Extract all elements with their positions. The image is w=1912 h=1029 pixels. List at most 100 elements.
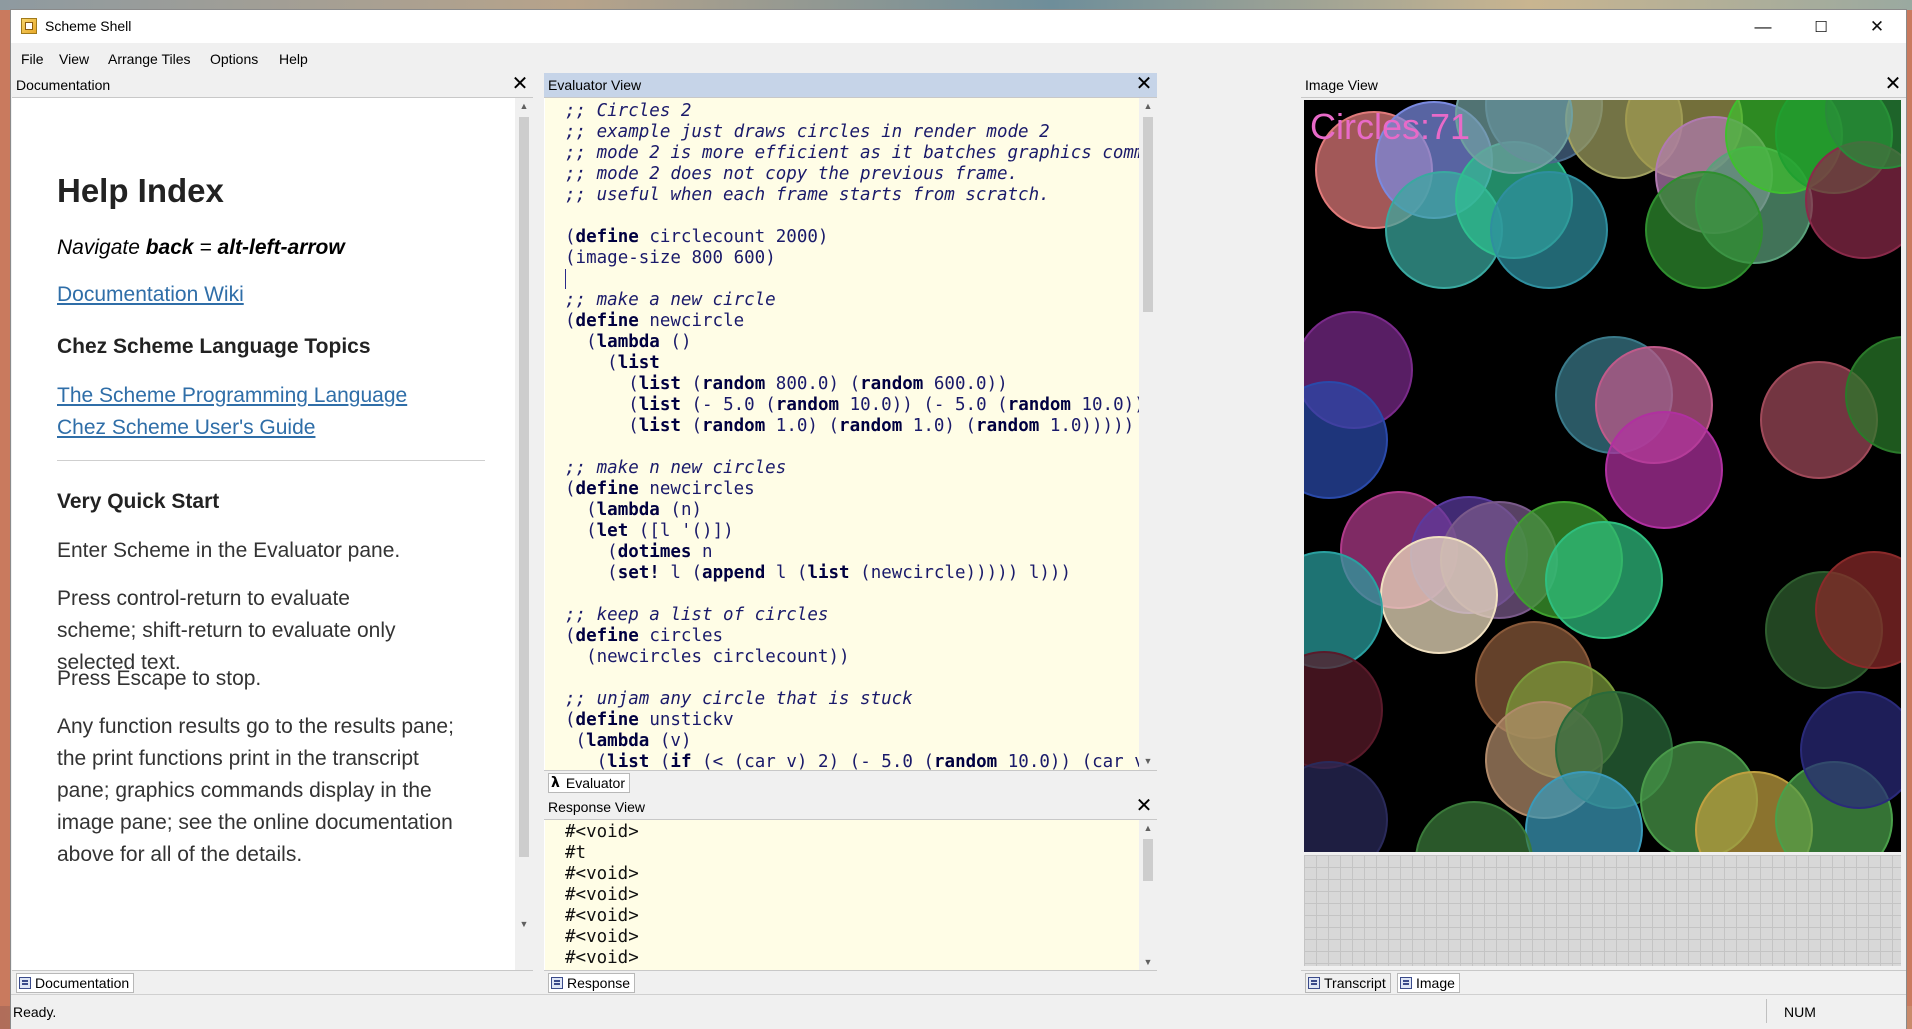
code-line: (list (random 800.0) (random 600.0)) bbox=[628, 374, 1008, 394]
drawn-circle bbox=[1645, 171, 1763, 289]
code-line: ;; mode 2 does not copy the previous fra… bbox=[565, 164, 1019, 184]
navigate-back: back bbox=[145, 236, 194, 259]
tab-transcript[interactable]: Transcript bbox=[1305, 973, 1391, 993]
quick-start-paragraph: Press Escape to stop. bbox=[57, 667, 262, 690]
scroll-down-icon[interactable]: ▼ bbox=[1139, 753, 1157, 769]
tab-evaluator[interactable]: λ Evaluator bbox=[548, 773, 631, 793]
documentation-title: Documentation bbox=[16, 77, 111, 93]
app-window: Scheme Shell — ☐ ✕ File View Arrange Til… bbox=[11, 10, 1906, 1029]
scroll-down-icon[interactable]: ▼ bbox=[1139, 954, 1157, 970]
code-line: ;; keep a list of circles bbox=[565, 605, 829, 625]
image-view-tabstrip: Transcript Image bbox=[1301, 970, 1906, 995]
quick-start-paragraph: Enter Scheme in the Evaluator pane. bbox=[57, 539, 401, 562]
evaluator-pane: Evaluator View ✕ ;; Circles 2;; example … bbox=[544, 73, 1157, 795]
image-icon bbox=[1400, 977, 1412, 989]
code-line: (define circles bbox=[565, 626, 724, 646]
response-tabstrip: Response bbox=[544, 970, 1157, 995]
status-bar: Ready. NUM bbox=[11, 994, 1906, 1029]
documentation-tabstrip: Documentation bbox=[12, 970, 533, 995]
documentation-pane: Documentation ✕ Help Index Navigate back… bbox=[12, 73, 533, 995]
users-guide-link[interactable]: Chez Scheme User's Guide bbox=[57, 416, 315, 440]
navigate-hint: Navigate back = alt-left-arrow bbox=[57, 236, 345, 260]
code-line: (list (if (< (car v) 2) (- 5.0 (random 1… bbox=[596, 752, 1139, 771]
scroll-down-icon[interactable]: ▼ bbox=[515, 916, 533, 932]
response-line: #<void> bbox=[565, 822, 639, 842]
evaluator-close-icon[interactable]: ✕ bbox=[1134, 74, 1154, 94]
response-close-icon[interactable]: ✕ bbox=[1134, 796, 1154, 816]
title-bar[interactable]: Scheme Shell — ☐ ✕ bbox=[11, 10, 1906, 43]
render-canvas[interactable]: Circles:71 bbox=[1304, 100, 1901, 852]
scroll-up-icon[interactable]: ▲ bbox=[515, 98, 533, 114]
maximize-button[interactable]: ☐ bbox=[1792, 10, 1850, 43]
tab-response-label: Response bbox=[567, 975, 631, 991]
quick-start-heading: Very Quick Start bbox=[57, 490, 220, 513]
response-line: #<void> bbox=[565, 885, 639, 905]
menu-help[interactable]: Help bbox=[279, 51, 308, 67]
response-line: #<void> bbox=[565, 927, 639, 947]
code-line: ;; make a new circle bbox=[565, 290, 776, 310]
response-scrollbar[interactable]: ▲ ▼ bbox=[1139, 820, 1157, 971]
tab-response[interactable]: Response bbox=[548, 973, 636, 993]
tspl-link[interactable]: The Scheme Programming Language bbox=[57, 384, 407, 408]
menu-bar: File View Arrange Tiles Options Help bbox=[11, 47, 1906, 71]
scroll-thumb[interactable] bbox=[1143, 839, 1153, 881]
menu-file[interactable]: File bbox=[21, 51, 44, 67]
menu-view[interactable]: View bbox=[59, 51, 89, 67]
documentation-close-icon[interactable]: ✕ bbox=[510, 74, 530, 94]
text-caret bbox=[565, 269, 566, 289]
evaluator-scrollbar[interactable]: ▲ ▼ bbox=[1139, 98, 1157, 771]
code-line: (lambda () bbox=[586, 332, 692, 352]
code-line: (let ([l '()]) bbox=[586, 521, 734, 541]
documentation-header: Documentation ✕ bbox=[12, 73, 533, 98]
status-text: Ready. bbox=[13, 1004, 57, 1020]
tab-evaluator-label: Evaluator bbox=[565, 775, 626, 791]
scroll-thumb[interactable] bbox=[519, 117, 529, 857]
response-line: #<void> bbox=[565, 948, 639, 968]
code-editor[interactable]: ;; Circles 2;; example just draws circle… bbox=[545, 98, 1139, 771]
response-output[interactable]: #<void> #t #<void> #<void> #<void> #<void> #<v… bbox=[545, 820, 1139, 971]
code-line: ;; Circles 2 bbox=[565, 101, 692, 121]
code-line: (list (- 5.0 (random 10.0)) (- 5.0 (rand… bbox=[628, 395, 1139, 415]
code-line: (set! l (append l (list (newcircle))))) … bbox=[607, 563, 1071, 583]
code-line: ;; unjam any circle that is stuck bbox=[565, 689, 913, 709]
code-line: (define newcircle bbox=[565, 311, 745, 331]
tab-image[interactable]: Image bbox=[1397, 973, 1460, 993]
drawn-circle bbox=[1304, 651, 1383, 769]
tab-documentation[interactable]: Documentation bbox=[16, 973, 135, 993]
response-line: #<void> bbox=[565, 864, 639, 884]
response-line: #t bbox=[565, 843, 587, 863]
document-icon bbox=[19, 977, 31, 989]
help-index-heading: Help Index bbox=[57, 172, 224, 209]
scroll-up-icon[interactable]: ▲ bbox=[1139, 820, 1157, 836]
image-view-close-icon[interactable]: ✕ bbox=[1883, 74, 1903, 94]
navigate-eq: = bbox=[193, 236, 218, 259]
menu-arrange-tiles[interactable]: Arrange Tiles bbox=[108, 51, 190, 67]
code-line: ;; useful when each frame starts from sc… bbox=[565, 185, 1050, 205]
quick-start-paragraph: Any function results go to the results p… bbox=[57, 715, 454, 866]
drawn-circle bbox=[1545, 521, 1663, 639]
drawn-circle bbox=[1304, 761, 1388, 852]
scroll-up-icon[interactable]: ▲ bbox=[1139, 98, 1157, 114]
code-line: (list (random 1.0) (random 1.0) (random … bbox=[628, 416, 1135, 436]
app-icon bbox=[21, 18, 37, 34]
desktop-background bbox=[0, 0, 1912, 10]
documentation-scrollbar[interactable]: ▲ ▼ bbox=[515, 98, 533, 971]
circles-drawing bbox=[1304, 100, 1901, 852]
close-button[interactable]: ✕ bbox=[1848, 10, 1906, 43]
code-line: ;; example just draws circles in render … bbox=[565, 122, 1050, 142]
window-title: Scheme Shell bbox=[45, 18, 132, 34]
minimize-button[interactable]: — bbox=[1734, 10, 1792, 43]
code-line: (image-size 800 600) bbox=[565, 248, 776, 268]
menu-options[interactable]: Options bbox=[210, 51, 258, 67]
documentation-wiki-link[interactable]: Documentation Wiki bbox=[57, 283, 244, 307]
lambda-icon: λ bbox=[551, 775, 560, 791]
image-view-pane: Image View ✕ Circles:71 Transcript Image bbox=[1301, 73, 1906, 995]
scroll-thumb[interactable] bbox=[1143, 117, 1153, 312]
code-line: (dotimes n bbox=[607, 542, 713, 562]
response-line: #<void> bbox=[565, 906, 639, 926]
code-line: ;; mode 2 is more efficient as it batche… bbox=[565, 143, 1139, 163]
tab-image-label: Image bbox=[1416, 975, 1455, 991]
